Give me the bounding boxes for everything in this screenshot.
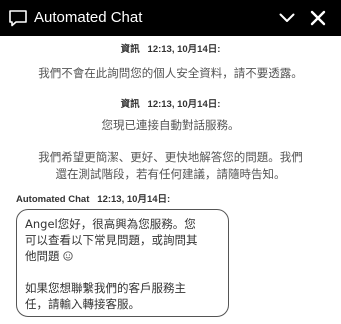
system-message-text: 我們不會在此詢問您的個人安全資料，請不要透露。	[38, 66, 303, 80]
chevron-down-icon	[279, 13, 295, 22]
system-message-text: 還在測試階段，若有任何建議，請隨時告知。	[55, 167, 286, 181]
bot-message-line: Angel您好，很高興為您服務。您	[25, 217, 196, 231]
system-message-meta: 資訊 12:13, 10月14日:	[0, 43, 341, 57]
chat-bubble-icon	[8, 8, 28, 28]
chat-header: Automated Chat	[0, 0, 341, 36]
bot-message-line: 可以查看以下常見問題，或詢問其	[25, 233, 198, 247]
close-button[interactable]	[306, 6, 330, 30]
message-timestamp: 12:13, 10月14日:	[147, 44, 221, 55]
message-timestamp: 12:13, 10月14日:	[147, 99, 221, 110]
bot-message-text: 他問題	[25, 249, 60, 263]
message-sender: 資訊	[120, 44, 140, 55]
chat-title: Automated Chat	[34, 9, 143, 26]
system-message-text: 我們希望更簡潔、更好、更快地解答您的問題。我們	[38, 150, 303, 164]
minimize-button[interactable]	[275, 6, 299, 30]
bot-message-bubble: Angel您好，很高興為您服務。您 可以查看以下常見問題，或詢問其 他問題 如果…	[16, 209, 229, 317]
smile-icon	[62, 249, 73, 261]
message-sender: 資訊	[120, 99, 140, 110]
message-list[interactable]: 資訊 12:13, 10月14日: 我們不會在此詢問您的個人安全資料，請不要透露…	[0, 36, 341, 324]
bot-message-line: 他問題	[25, 248, 220, 264]
bot-message-line: 任，請輸入轉接客服。	[25, 297, 140, 311]
system-message-meta: 資訊 12:13, 10月14日:	[0, 98, 341, 112]
chat-window: Automated Chat 資訊 12:13, 10月14日: 我們不會在此詢…	[0, 0, 341, 324]
message-sender: Automated Chat	[16, 194, 90, 205]
bot-message-meta: Automated Chat 12:13, 10月14日:	[16, 193, 170, 207]
system-message-text: 您現已連接自動對話服務。	[101, 118, 240, 132]
message-timestamp: 12:13, 10月14日:	[97, 194, 171, 205]
close-icon	[310, 10, 326, 26]
bot-message-line: 如果您想聯繫我們的客戶服務主	[25, 281, 186, 295]
